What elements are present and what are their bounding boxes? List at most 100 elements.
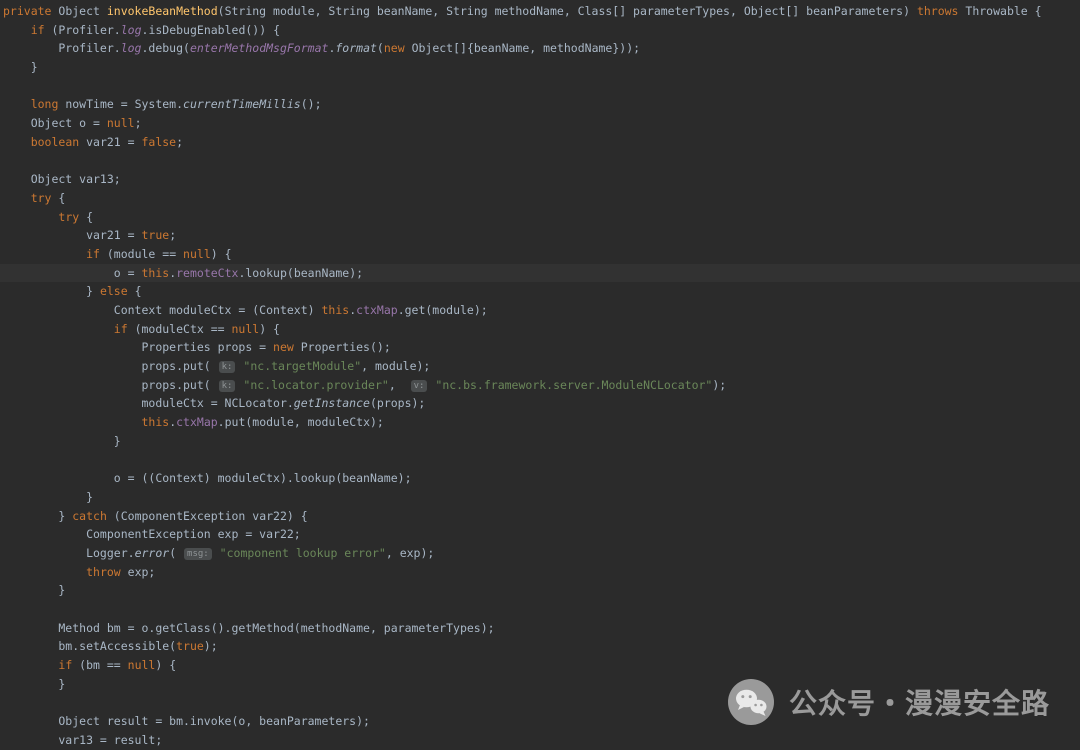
code-token: if xyxy=(31,23,45,37)
code-line[interactable]: Method bm = o.getClass().getMethod(metho… xyxy=(0,619,1080,638)
code-token: ); xyxy=(204,639,218,653)
code-line[interactable]: } xyxy=(0,58,1080,77)
code-line[interactable]: } xyxy=(0,432,1080,451)
watermark: 公众号・漫漫安全路 xyxy=(727,678,1050,726)
code-line[interactable]: Object o = null; xyxy=(0,114,1080,133)
code-token: boolean xyxy=(31,135,79,149)
code-token xyxy=(213,546,220,560)
code-token: } xyxy=(3,60,38,74)
code-token: ( xyxy=(169,546,183,560)
code-line[interactable]: if (Profiler.log.isDebugEnabled()) { xyxy=(0,21,1080,40)
code-line[interactable]: } xyxy=(0,581,1080,600)
code-token: this xyxy=(141,266,169,280)
code-token: .debug( xyxy=(141,41,189,55)
code-token: .isDebugEnabled()) { xyxy=(142,23,280,37)
code-line[interactable]: } else { xyxy=(0,282,1080,301)
code-token: ComponentException exp = var22; xyxy=(3,527,301,541)
code-token: props.put( xyxy=(3,359,218,373)
code-token: (String module, String beanName, String … xyxy=(218,4,917,18)
code-token: null xyxy=(107,116,135,130)
code-line[interactable] xyxy=(0,152,1080,171)
code-token: var21 = xyxy=(3,228,141,242)
code-token: Throwable { xyxy=(958,4,1041,18)
code-token xyxy=(3,322,114,336)
code-line-highlighted[interactable]: o = this.remoteCtx.lookup(beanName); xyxy=(0,264,1080,283)
code-line[interactable]: var13 = result; xyxy=(0,731,1080,750)
code-token: "nc.bs.framework.server.ModuleNCLocator" xyxy=(435,378,712,392)
code-line[interactable]: long nowTime = System.currentTimeMillis(… xyxy=(0,95,1080,114)
code-line[interactable]: o = ((Context) moduleCtx).lookup(beanNam… xyxy=(0,469,1080,488)
code-line[interactable] xyxy=(0,451,1080,470)
code-line[interactable]: } xyxy=(0,488,1080,507)
code-line[interactable]: } catch (ComponentException var22) { xyxy=(0,507,1080,526)
code-token: , module); xyxy=(361,359,430,373)
code-token: } xyxy=(3,677,65,691)
code-line[interactable]: boolean var21 = false; xyxy=(0,133,1080,152)
code-token: private xyxy=(3,4,51,18)
code-line[interactable]: if (module == null) { xyxy=(0,245,1080,264)
code-token: throw xyxy=(86,565,121,579)
code-token: Properties props = xyxy=(3,340,273,354)
inlay-hint: k: xyxy=(219,380,236,392)
code-token: (); xyxy=(301,97,322,111)
code-token: else xyxy=(100,284,128,298)
code-line[interactable]: Object var13; xyxy=(0,170,1080,189)
code-token: } xyxy=(3,434,121,448)
code-line[interactable]: props.put( k: "nc.locator.provider", v: … xyxy=(0,376,1080,395)
code-line[interactable]: Logger.error( msg: "component lookup err… xyxy=(0,544,1080,563)
code-line[interactable]: ComponentException exp = var22; xyxy=(0,525,1080,544)
code-token: (moduleCtx == xyxy=(128,322,232,336)
code-token: .lookup(beanName); xyxy=(238,266,363,280)
code-token: currentTimeMillis xyxy=(183,97,301,111)
code-line[interactable]: private Object invokeBeanMethod(String m… xyxy=(0,2,1080,21)
code-line[interactable]: throw exp; xyxy=(0,563,1080,582)
code-line[interactable]: props.put( k: "nc.targetModule", module)… xyxy=(0,357,1080,376)
code-token: Object[]{beanName, methodName})); xyxy=(405,41,640,55)
code-token: throws xyxy=(917,4,959,18)
code-line[interactable] xyxy=(0,77,1080,96)
code-token: invokeBeanMethod xyxy=(107,4,218,18)
code-token: ( xyxy=(377,41,384,55)
code-token xyxy=(3,658,58,672)
code-token: ; xyxy=(135,116,142,130)
code-token: Properties(); xyxy=(294,340,391,354)
code-line[interactable]: if (moduleCtx == null) { xyxy=(0,320,1080,339)
code-token: } xyxy=(3,509,72,523)
code-token: Object var13; xyxy=(3,172,121,186)
code-token: if xyxy=(86,247,100,261)
code-token: { xyxy=(79,210,93,224)
code-token: try xyxy=(58,210,79,224)
code-token: null xyxy=(232,322,260,336)
code-line[interactable]: try { xyxy=(0,208,1080,227)
code-token: long xyxy=(31,97,59,111)
inlay-hint: msg: xyxy=(184,548,212,560)
code-token: log xyxy=(121,23,142,37)
code-line[interactable] xyxy=(0,600,1080,619)
code-token: var21 = xyxy=(79,135,141,149)
code-token: ; xyxy=(169,228,176,242)
code-token: , exp); xyxy=(386,546,434,560)
code-token: remoteCtx xyxy=(176,266,238,280)
code-editor[interactable]: private Object invokeBeanMethod(String m… xyxy=(0,0,1080,750)
code-line[interactable]: var21 = true; xyxy=(0,226,1080,245)
code-token: o = ((Context) moduleCtx).lookup(beanNam… xyxy=(3,471,412,485)
code-token: .put(module, moduleCtx); xyxy=(218,415,384,429)
code-line[interactable]: try { xyxy=(0,189,1080,208)
code-token: catch xyxy=(72,509,107,523)
code-token: Object o = xyxy=(3,116,107,130)
code-line[interactable]: this.ctxMap.put(module, moduleCtx); xyxy=(0,413,1080,432)
code-line[interactable]: Context moduleCtx = (Context) this.ctxMa… xyxy=(0,301,1080,320)
code-line[interactable]: bm.setAccessible(true); xyxy=(0,637,1080,656)
code-token: new xyxy=(273,340,294,354)
code-token: bm.setAccessible( xyxy=(3,639,176,653)
code-line[interactable]: if (bm == null) { xyxy=(0,656,1080,675)
code-line[interactable]: moduleCtx = NCLocator.getInstance(props)… xyxy=(0,394,1080,413)
code-line[interactable]: Properties props = new Properties(); xyxy=(0,338,1080,357)
code-token: (module == xyxy=(100,247,183,261)
code-line[interactable]: Profiler.log.debug(enterMethodMsgFormat.… xyxy=(0,39,1080,58)
code-token: enterMethodMsgFormat xyxy=(190,41,328,55)
code-token: (bm == xyxy=(72,658,127,672)
code-token: if xyxy=(58,658,72,672)
code-token: null xyxy=(128,658,156,672)
code-token: false xyxy=(141,135,176,149)
